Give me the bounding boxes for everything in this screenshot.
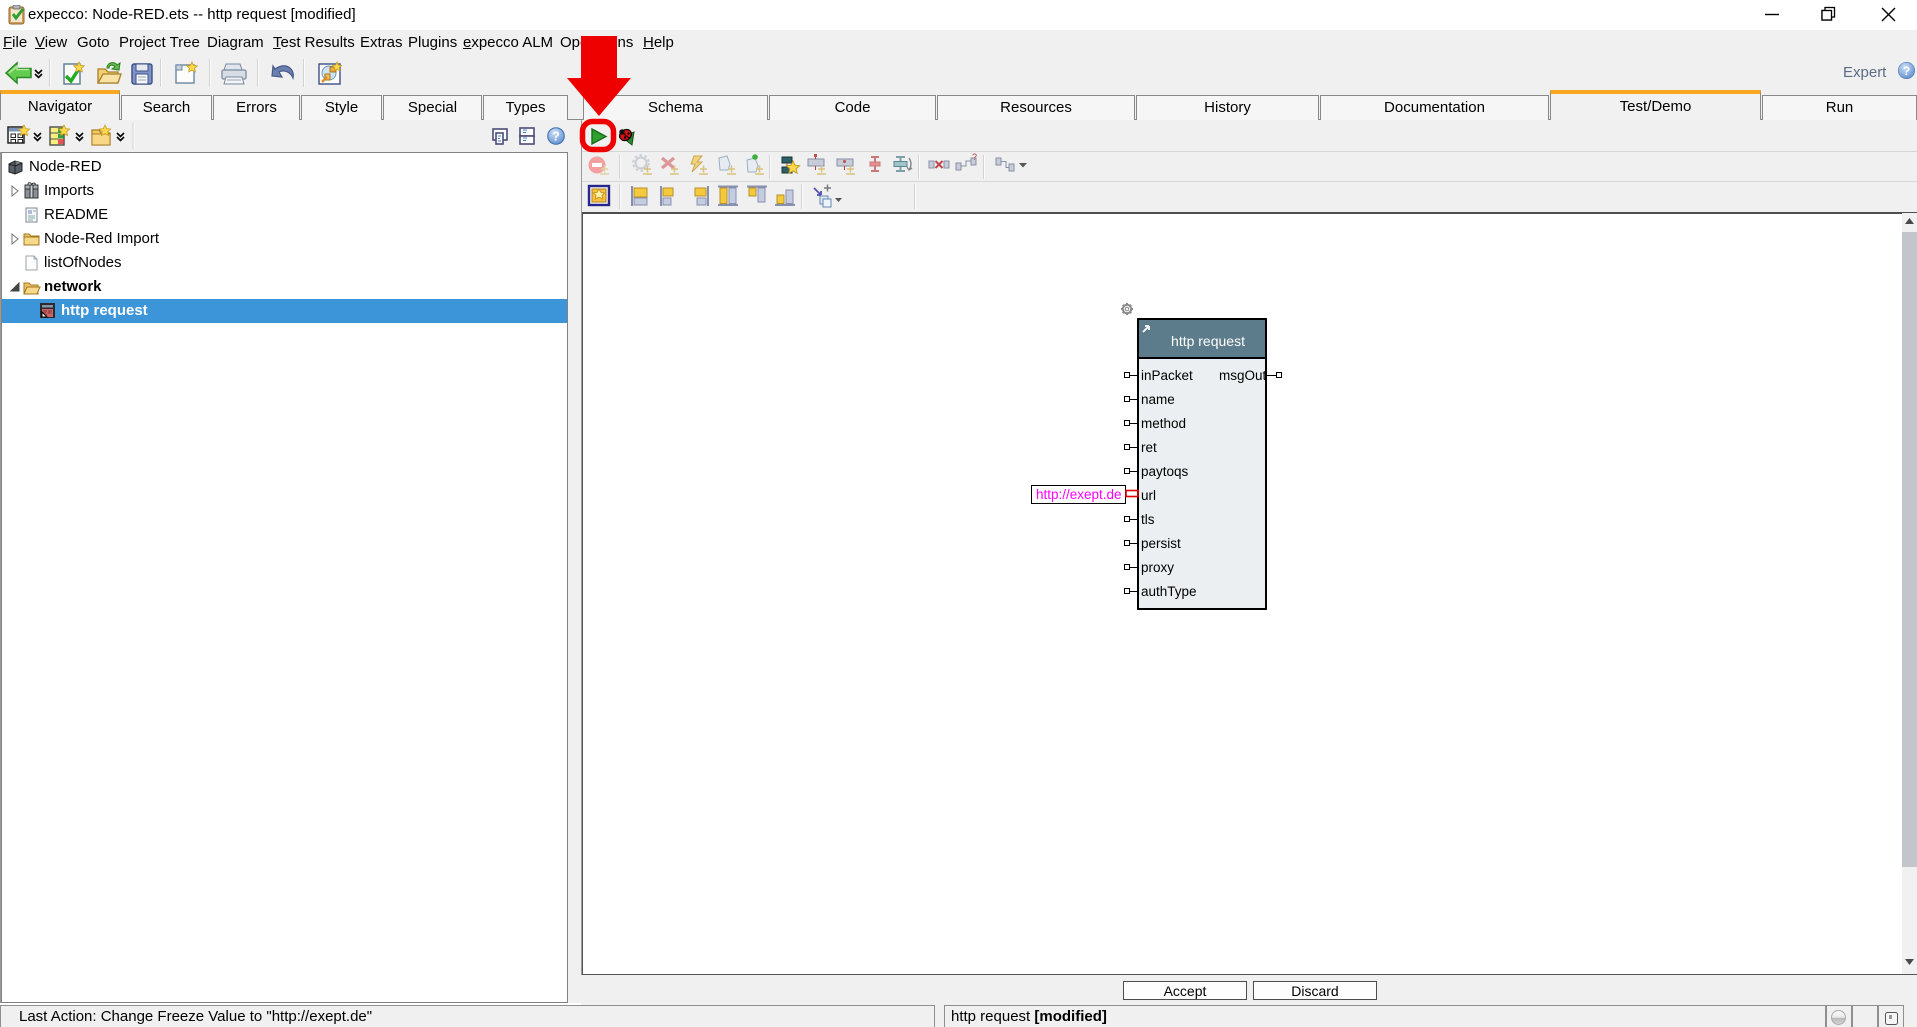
svg-text:?: ? — [1903, 64, 1910, 78]
svg-text:?: ? — [972, 152, 977, 162]
